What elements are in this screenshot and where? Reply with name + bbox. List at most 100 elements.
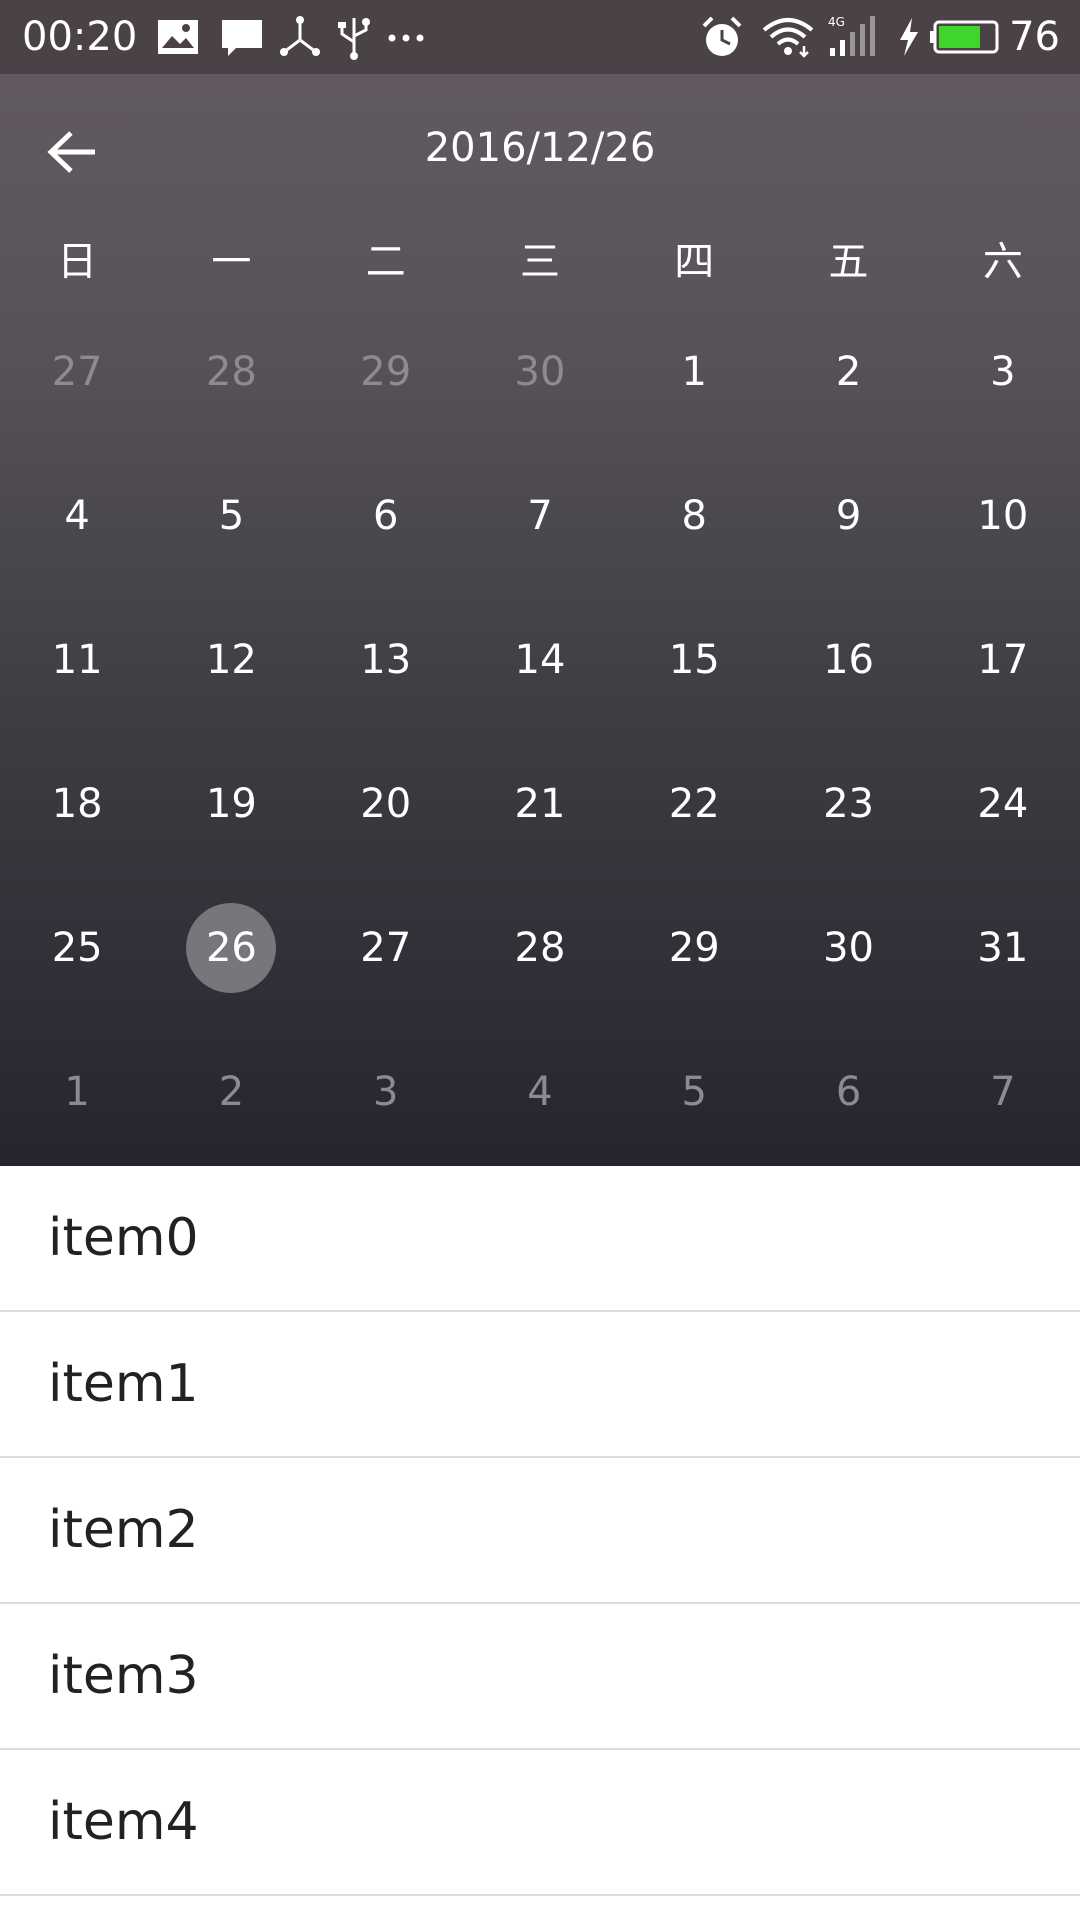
list-item[interactable]: item4 [0, 1750, 1080, 1896]
day-number: 22 [668, 781, 720, 827]
calendar-day[interactable]: 28 [154, 300, 308, 444]
calendar-day[interactable]: 23 [771, 732, 925, 876]
usb-icon [338, 18, 370, 60]
calendar-day[interactable]: 15 [617, 588, 771, 732]
network-type-label: 4G [828, 15, 845, 29]
day-number: 27 [51, 349, 103, 395]
day-number: 5 [681, 1069, 707, 1115]
calendar-grid: 27 28 29 30 1 2 3 4 5 6 7 8 9 10 11 12 13 14 15 16 17 18 19 20 2… [0, 300, 1080, 1164]
calendar-day[interactable]: 6 [771, 1020, 925, 1164]
calendar-day[interactable]: 7 [463, 444, 617, 588]
calendar-day[interactable]: 4 [463, 1020, 617, 1164]
day-number: 4 [64, 493, 90, 539]
day-number: 18 [51, 781, 103, 827]
calendar-week-row: 4 5 6 7 8 9 10 [0, 444, 1080, 588]
alarm-icon [702, 16, 742, 56]
day-number: 3 [990, 349, 1016, 395]
calendar-day[interactable]: 30 [463, 300, 617, 444]
calendar-day[interactable]: 25 [0, 876, 154, 1020]
calendar-day[interactable]: 22 [617, 732, 771, 876]
calendar-day[interactable]: 3 [309, 1020, 463, 1164]
list-item[interactable]: item2 [0, 1458, 1080, 1604]
day-number: 7 [990, 1069, 1016, 1115]
day-number: 2 [835, 349, 862, 395]
day-number: 2 [218, 1069, 245, 1115]
calendar-header-panel: 00:20 4G 76 2016/12/26 日 一 二 三 四 五 六 27 … [0, 0, 1080, 1166]
calendar-day[interactable]: 11 [0, 588, 154, 732]
calendar-day[interactable]: 2 [771, 300, 925, 444]
more-icon [388, 34, 424, 42]
calendar-day[interactable]: 30 [771, 876, 925, 1020]
calendar-day[interactable]: 3 [926, 300, 1080, 444]
day-number: 25 [51, 925, 103, 971]
calendar-day[interactable]: 13 [309, 588, 463, 732]
weekday-label: 二 [365, 239, 406, 285]
calendar-week-row: 11 12 13 14 15 16 17 [0, 588, 1080, 732]
calendar-day[interactable]: 29 [309, 300, 463, 444]
calendar-day[interactable]: 24 [926, 732, 1080, 876]
calendar-day[interactable]: 27 [0, 300, 154, 444]
item-list: item0 item1 item2 item3 item4 [0, 1166, 1080, 1896]
weekday-label: 五 [828, 239, 869, 285]
weekday-label: 四 [674, 239, 715, 285]
day-number: 29 [360, 349, 412, 395]
battery-icon [930, 20, 999, 54]
calendar-day-selected[interactable]: 26 [154, 876, 308, 1020]
day-number: 12 [205, 637, 257, 683]
calendar-day[interactable]: 31 [926, 876, 1080, 1020]
calendar-day[interactable]: 14 [463, 588, 617, 732]
list-item[interactable]: item1 [0, 1312, 1080, 1458]
page-title: 2016/12/26 [424, 125, 656, 171]
day-number: 3 [372, 1069, 399, 1115]
calendar-day[interactable]: 16 [771, 588, 925, 732]
day-number: 21 [514, 781, 566, 827]
day-number: 5 [218, 493, 245, 539]
day-number: 1 [64, 1069, 90, 1115]
day-number: 15 [668, 637, 720, 683]
calendar-day[interactable]: 29 [617, 876, 771, 1020]
calendar-day[interactable]: 27 [309, 876, 463, 1020]
calendar-day[interactable]: 17 [926, 588, 1080, 732]
day-number: 30 [823, 925, 874, 971]
day-number: 6 [372, 493, 399, 539]
message-icon [222, 20, 262, 56]
share-icon [280, 16, 320, 56]
list-item[interactable]: item0 [0, 1166, 1080, 1312]
day-number: 20 [360, 781, 412, 827]
calendar-week-row: 18 19 20 21 22 23 24 [0, 732, 1080, 876]
calendar-day[interactable]: 7 [926, 1020, 1080, 1164]
weekday-header: 日一二三四五六 [0, 232, 1080, 292]
calendar-day[interactable]: 2 [154, 1020, 308, 1164]
calendar-day[interactable]: 6 [309, 444, 463, 588]
list-item-label: item3 [48, 1646, 199, 1706]
calendar-day[interactable]: 10 [926, 444, 1080, 588]
calendar-day[interactable]: 19 [154, 732, 308, 876]
calendar-day[interactable]: 12 [154, 588, 308, 732]
calendar-day[interactable]: 9 [771, 444, 925, 588]
calendar-day[interactable]: 5 [617, 1020, 771, 1164]
calendar-day[interactable]: 18 [0, 732, 154, 876]
list-item[interactable]: item3 [0, 1604, 1080, 1750]
weekday-label: 日 [57, 239, 98, 285]
calendar-week-row: 27 28 29 30 1 2 3 [0, 300, 1080, 444]
calendar-day[interactable]: 21 [463, 732, 617, 876]
calendar-day[interactable]: 8 [617, 444, 771, 588]
calendar-day[interactable]: 5 [154, 444, 308, 588]
calendar-day[interactable]: 1 [0, 1020, 154, 1164]
day-number: 7 [527, 493, 553, 539]
charging-icon [900, 18, 918, 56]
calendar-day[interactable]: 20 [309, 732, 463, 876]
calendar-day[interactable]: 4 [0, 444, 154, 588]
day-number: 13 [360, 637, 412, 683]
day-number: 11 [51, 637, 103, 683]
calendar-week-row: 25 26 27 28 29 30 31 [0, 876, 1080, 1020]
calendar-day[interactable]: 28 [463, 876, 617, 1020]
signal-icon: 4G [828, 15, 875, 56]
day-number: 14 [514, 637, 566, 683]
day-number: 28 [514, 925, 566, 971]
calendar-day[interactable]: 1 [617, 300, 771, 444]
day-number: 23 [823, 781, 874, 827]
list-item-label: item1 [48, 1354, 199, 1414]
status-bar: 00:20 4G 76 [0, 0, 1080, 74]
list-item-label: item2 [48, 1500, 199, 1560]
